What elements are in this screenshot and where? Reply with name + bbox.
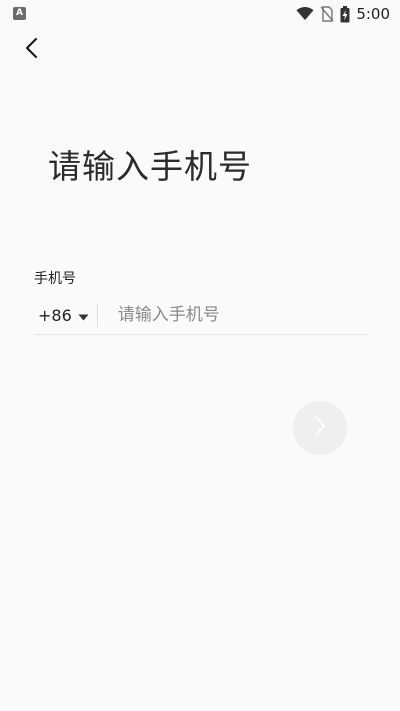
page-title: 请输入手机号 <box>48 147 252 186</box>
phone-field-label: 手机号 <box>34 271 76 287</box>
app-notification-icon: A <box>13 7 26 20</box>
status-bar: A 5:00 <box>0 0 400 28</box>
status-icons: 5:00 <box>296 4 390 24</box>
phone-number-input[interactable] <box>117 305 348 325</box>
caret-down-icon <box>78 306 89 325</box>
login-phone-screen: A 5:00 请输入手机号 手机号 +86 请输入手机号 <box>0 0 400 711</box>
chevron-left-icon <box>24 36 40 64</box>
no-sim-icon <box>320 6 334 22</box>
country-code-selector[interactable]: +86 <box>34 303 98 327</box>
phone-input-row: +86 <box>34 296 368 335</box>
battery-charging-icon <box>340 5 350 23</box>
status-time: 5:00 <box>356 5 390 23</box>
wifi-icon <box>296 7 314 21</box>
country-code-value: +86 <box>38 305 72 325</box>
next-button[interactable] <box>293 401 347 455</box>
chevron-right-icon <box>314 415 326 441</box>
back-button[interactable] <box>18 36 46 64</box>
